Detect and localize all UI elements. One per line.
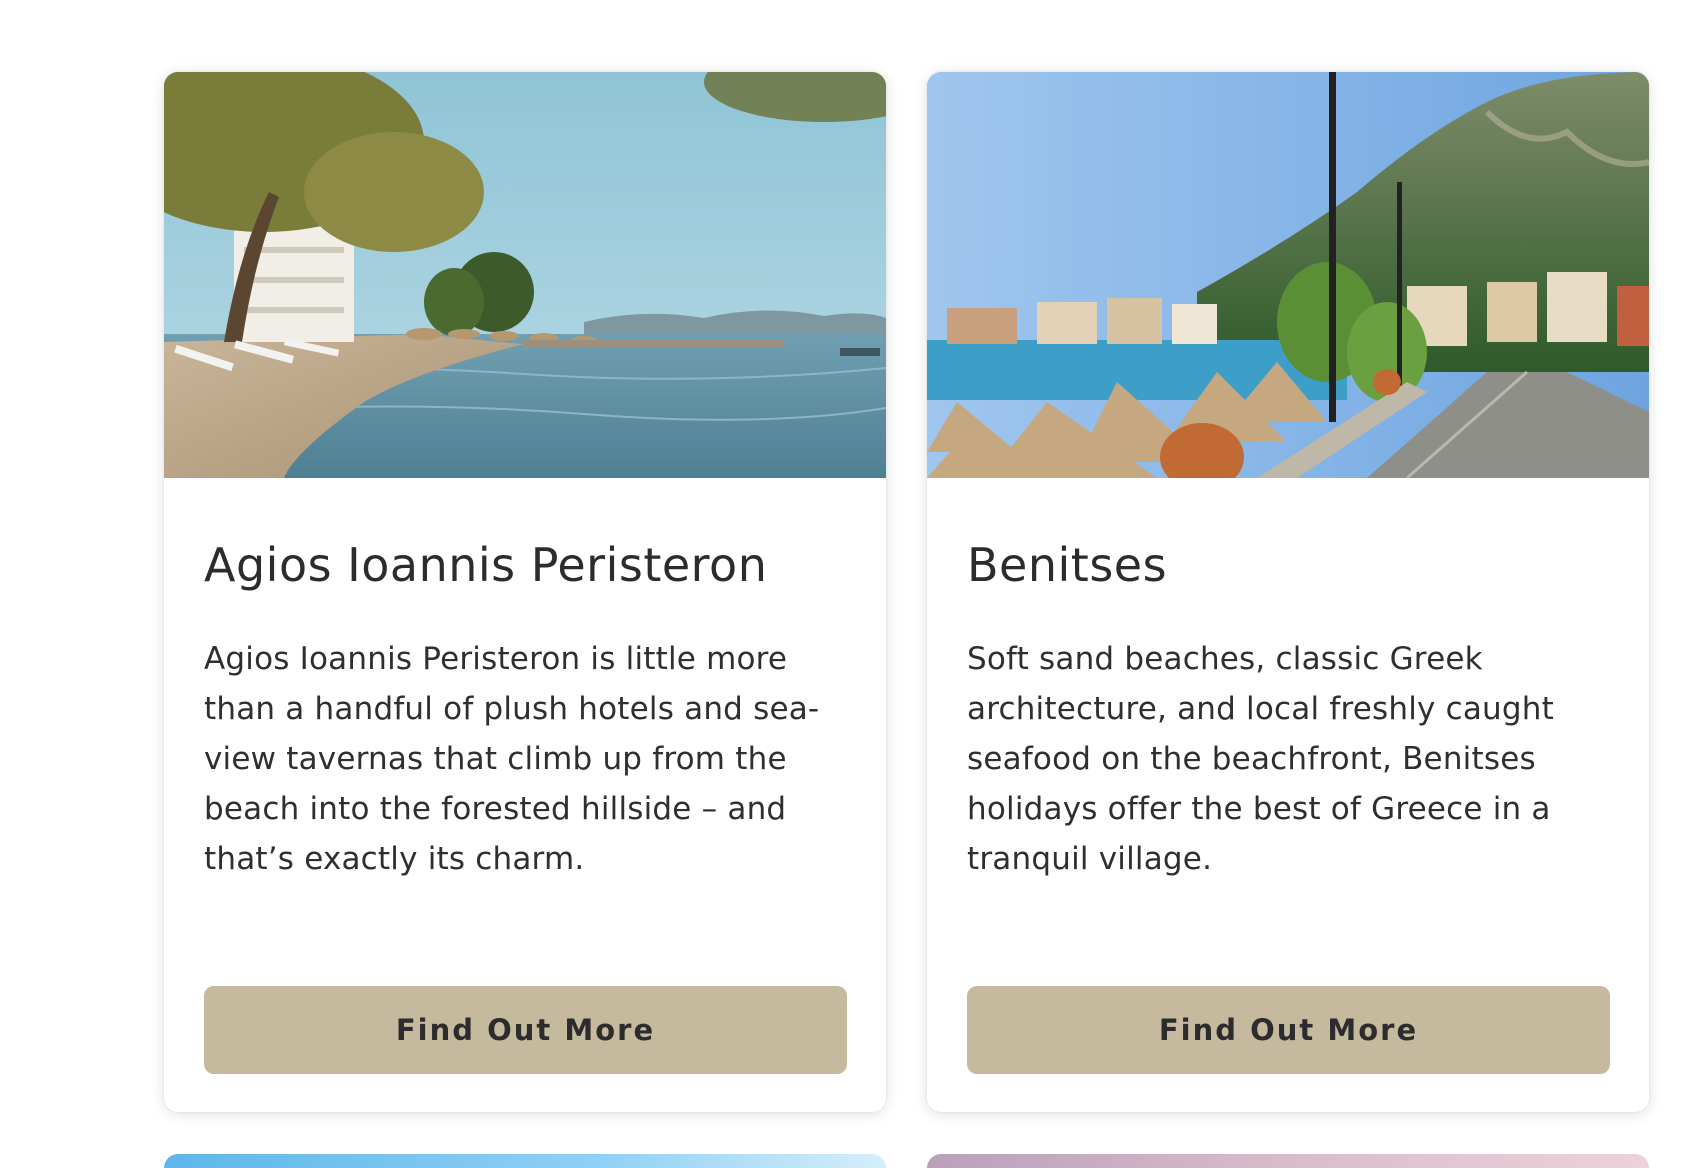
destination-card-agios-ioannis: Agios Ioannis Peristeron Agios Ioannis P…	[164, 72, 886, 1112]
card-description: Agios Ioannis Peristeron is little more …	[204, 641, 820, 877]
find-out-more-button[interactable]: Find Out More	[967, 986, 1610, 1074]
card-title: Benitses	[967, 538, 1168, 592]
village-photo	[927, 72, 1649, 478]
destination-grid: Agios Ioannis Peristeron Agios Ioannis P…	[0, 0, 1684, 1168]
find-out-more-button[interactable]: Find Out More	[204, 986, 847, 1074]
card-description: Soft sand beaches, classic Greek archite…	[967, 641, 1554, 877]
card-title: Agios Ioannis Peristeron	[204, 538, 768, 592]
destination-card-benitses: Benitses Soft sand beaches, classic Gree…	[927, 72, 1649, 1112]
beach-photo	[164, 72, 886, 478]
destination-card-next-left[interactable]	[164, 1154, 886, 1168]
destination-card-next-right[interactable]	[927, 1154, 1649, 1168]
